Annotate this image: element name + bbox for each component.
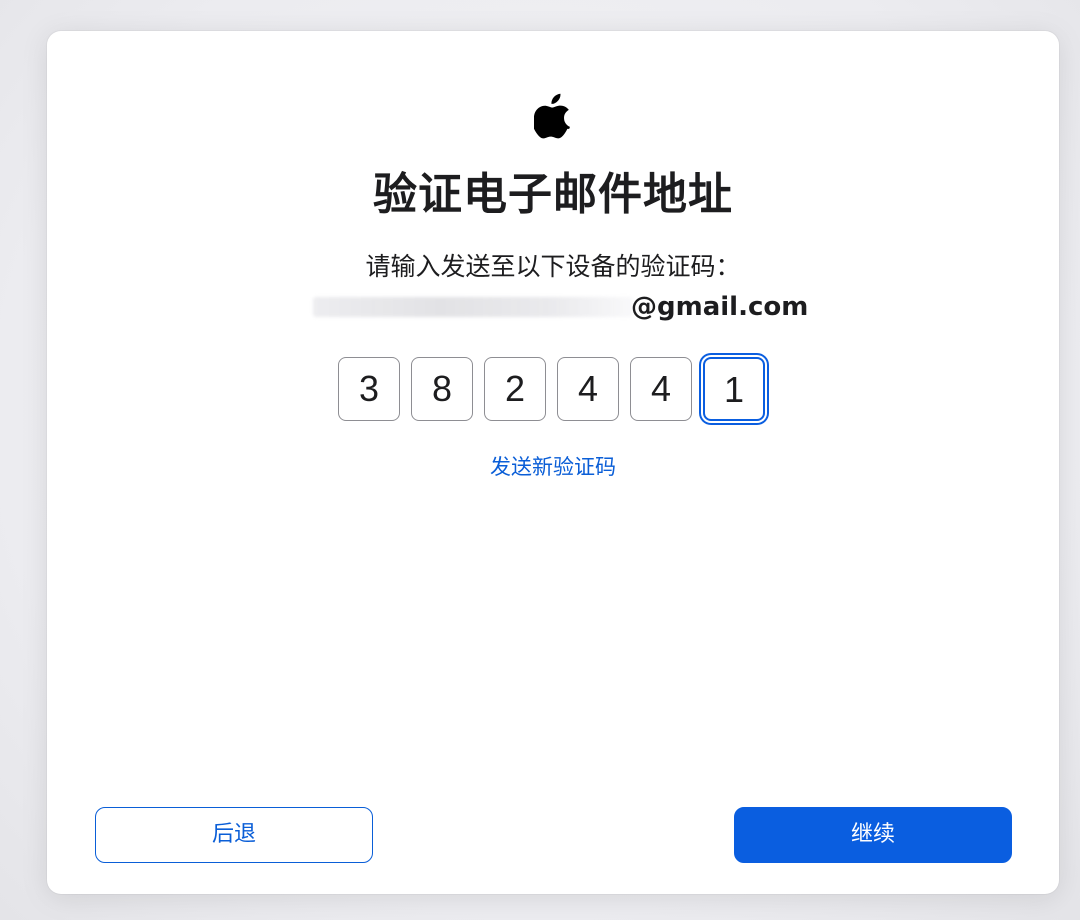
code-digit-field-3[interactable]: 2 [484, 357, 546, 421]
code-digit-field-1[interactable]: 3 [338, 357, 400, 421]
verify-email-dialog: 验证电子邮件地址 请输入发送至以下设备的验证码： @gmail.com 3 8 … [47, 31, 1059, 894]
redacted-email-mask [313, 297, 633, 317]
code-digit-field-2[interactable]: 8 [411, 357, 473, 421]
code-digit-field-4[interactable]: 4 [557, 357, 619, 421]
continue-button[interactable]: 继续 [734, 807, 1012, 863]
email-domain: @gmail.com [631, 292, 809, 322]
back-button[interactable]: 后退 [95, 807, 373, 863]
email-address: @gmail.com [313, 289, 808, 325]
apple-logo-icon [534, 93, 570, 139]
code-digit-field-5[interactable]: 4 [630, 357, 692, 421]
code-digit-field-6[interactable]: 1 [703, 357, 765, 421]
instruction-text: 请输入发送至以下设备的验证码： [365, 252, 741, 281]
page-title: 验证电子邮件地址 [373, 169, 733, 220]
resend-code-link[interactable]: 发送新验证码 [47, 452, 1059, 482]
